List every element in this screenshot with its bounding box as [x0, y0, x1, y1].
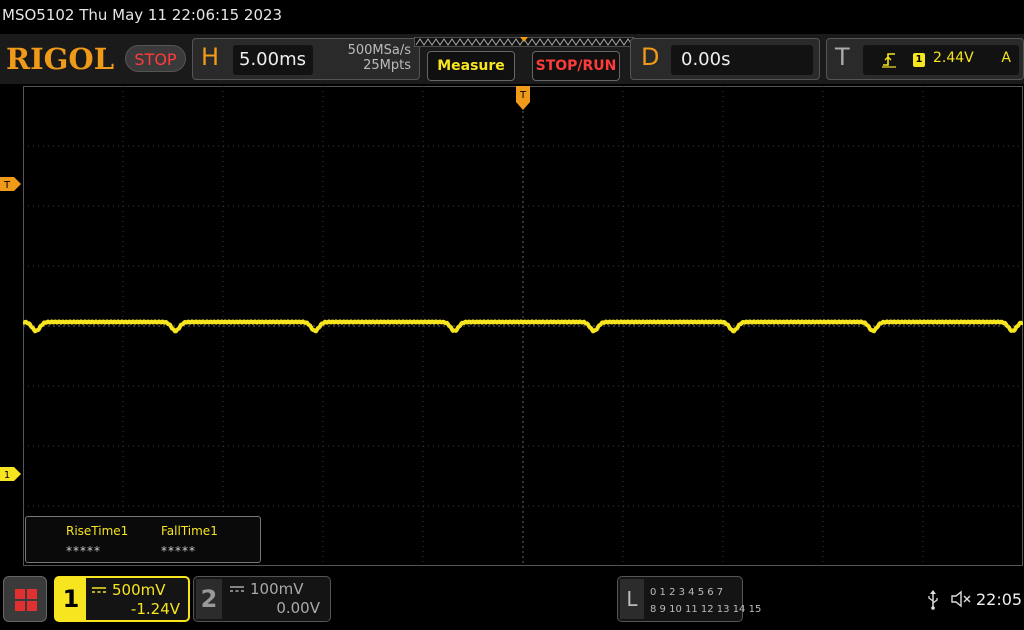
dc-coupling-icon	[92, 587, 106, 593]
top-bar: RIGOL STOP H 5.00ms 500MSa/s 25Mpts Meas…	[0, 34, 1024, 84]
measure-value-2: *****	[161, 544, 196, 558]
ch2-settings[interactable]: 2 100mV 0.00V	[193, 576, 331, 622]
logic-channels-row-1: 0 1 2 3 4 5 6 7	[650, 587, 724, 598]
trigger-level: 2.44V	[933, 50, 974, 66]
sample-rate: 500MSa/s	[347, 43, 411, 58]
title-bar: MSO5102 Thu May 11 22:06:15 2023	[0, 0, 1024, 34]
measurement-panel[interactable]: RiseTime1 ***** FallTime1 *****	[25, 516, 261, 563]
bottom-bar: 1 500mV -1.24V 2 100mV 0.00V L 0 1 2 3 4…	[0, 570, 1024, 630]
trigger-source-chip: 1	[913, 53, 925, 67]
speaker-muted-icon[interactable]	[950, 590, 972, 608]
ch1-offset: -1.24V	[130, 600, 180, 618]
trigger-level-marker-label: T	[3, 180, 11, 191]
horizontal-letter: H	[201, 43, 220, 71]
delay-letter: D	[641, 43, 660, 71]
trigger-info: 1 2.44V A	[863, 45, 1019, 75]
main-menu-button[interactable]	[3, 576, 47, 622]
memory-position-strip	[414, 37, 634, 47]
trigger-letter: T	[835, 43, 850, 71]
memory-depth: 25Mpts	[363, 58, 411, 73]
trigger-position-marker-label: T	[519, 90, 527, 101]
logic-analyzer-settings[interactable]: L 0 1 2 3 4 5 6 7 8 9 10 11 12 13 14 15	[617, 576, 761, 622]
trigger-mode: A	[1001, 50, 1011, 66]
horizontal-settings[interactable]: H 5.00ms 500MSa/s 25Mpts	[192, 38, 420, 80]
run-state-button[interactable]: STOP	[125, 45, 186, 72]
delay-settings[interactable]: D 0.00s	[630, 38, 820, 80]
trigger-position-marker[interactable]: T	[515, 86, 531, 110]
rising-edge-icon	[882, 53, 896, 68]
ch1-scale: 500mV	[112, 581, 166, 599]
delay-value: 0.00s	[671, 45, 813, 75]
ch1-ground-marker-label: 1	[4, 470, 10, 481]
logic-channels-row-2: 8 9 10 11 12 13 14 15	[650, 604, 762, 615]
ch2-number: 2	[196, 579, 222, 619]
ch2-scale: 100mV	[250, 580, 304, 598]
trigger-settings[interactable]: T 1 2.44V A	[826, 38, 1024, 80]
brand-logo: RIGOL	[6, 42, 115, 76]
waveform-display[interactable]	[23, 86, 1023, 566]
measure-label-2: FallTime1	[161, 524, 218, 538]
ch1-number: 1	[56, 578, 86, 620]
menu-grid-icon	[15, 589, 37, 611]
timebase-value: 5.00ms	[233, 45, 313, 75]
measure-label-1: RiseTime1	[66, 524, 129, 538]
device-datetime: MSO5102 Thu May 11 22:06:15 2023	[2, 6, 283, 24]
logic-letter: L	[620, 579, 644, 619]
measure-value-1: *****	[66, 544, 101, 558]
trigger-level-marker[interactable]: T	[0, 177, 22, 191]
measure-button[interactable]: Measure	[427, 51, 515, 81]
dc-coupling-icon	[230, 586, 244, 592]
ch1-ground-marker[interactable]: 1	[0, 467, 22, 481]
acquisition-info: 500MSa/s 25Mpts	[348, 43, 411, 73]
ch2-offset: 0.00V	[276, 599, 320, 617]
system-clock: 22:05	[976, 590, 1023, 609]
ch1-settings[interactable]: 1 500mV -1.24V	[54, 576, 190, 622]
stop-run-button[interactable]: STOP/RUN	[532, 51, 620, 81]
usb-icon	[928, 590, 938, 610]
